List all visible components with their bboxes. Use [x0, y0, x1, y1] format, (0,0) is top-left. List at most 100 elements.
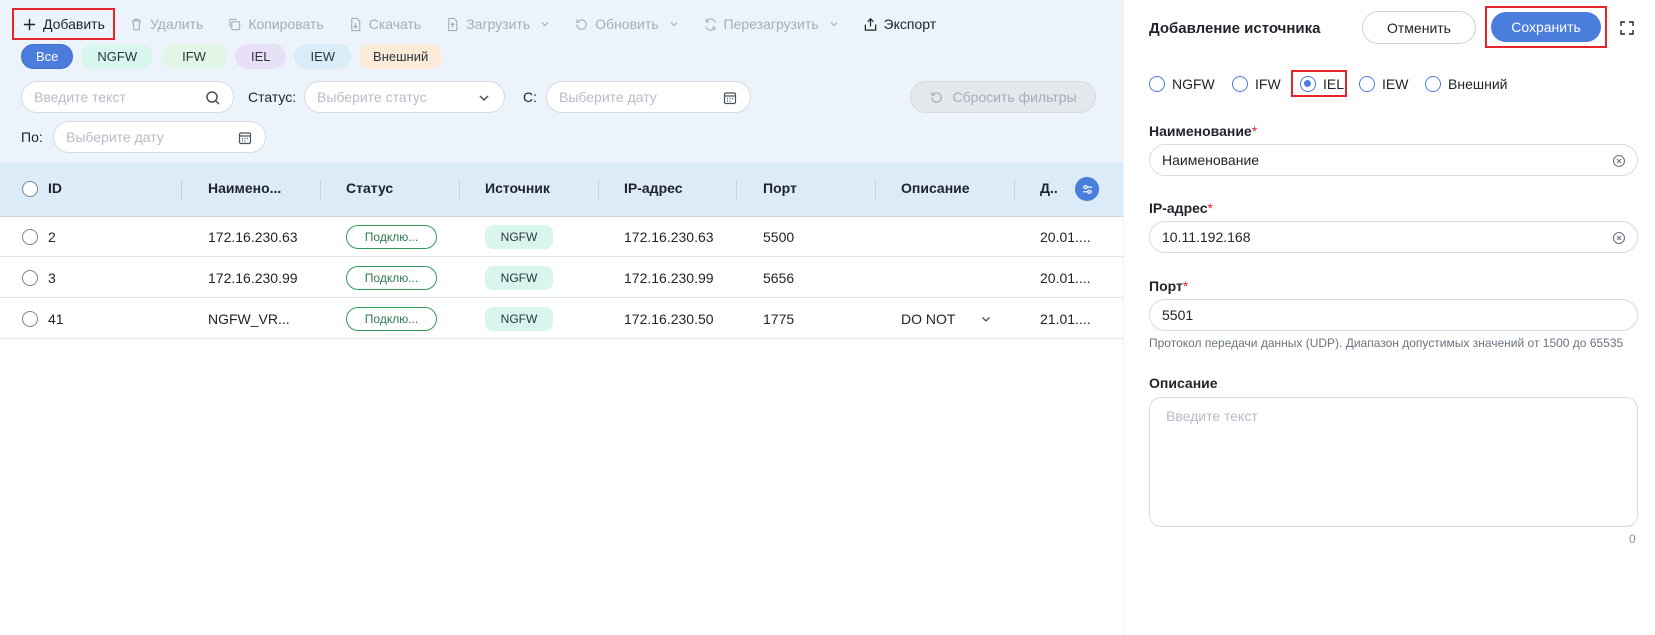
port-field-label: Порт* — [1149, 278, 1188, 294]
add-button[interactable]: Добавить — [12, 8, 115, 40]
required-mark: * — [1182, 278, 1189, 294]
table-row[interactable]: 3 172.16.230.99 Подклю... NGFW 172.16.23… — [0, 258, 1123, 298]
chevron-down-icon[interactable] — [980, 313, 992, 325]
export-button[interactable]: Экспорт — [855, 10, 945, 38]
column-divider — [320, 180, 321, 200]
chip-iel[interactable]: IEL — [234, 44, 287, 69]
col-source[interactable]: Источник — [485, 180, 550, 196]
col-ip[interactable]: IP-адрес — [624, 180, 683, 196]
port-field[interactable]: 5501 — [1149, 299, 1638, 331]
cell-port: 5500 — [763, 229, 795, 245]
status-filter-label: Статус: — [248, 89, 297, 105]
refresh-button[interactable]: Обновить — [566, 10, 686, 38]
radio-external[interactable]: Внешний — [1425, 76, 1507, 92]
status-placeholder: Выберите статус — [317, 89, 427, 105]
copy-label: Копировать — [248, 16, 324, 32]
add-label: Добавить — [43, 16, 105, 32]
row-checkbox[interactable] — [22, 229, 38, 245]
col-name[interactable]: Наимено... — [208, 180, 281, 196]
port-hint: Протокол передачи данных (UDP). Диапазон… — [1149, 336, 1624, 350]
col-status[interactable]: Статус — [346, 180, 393, 196]
download-label: Скачать — [368, 16, 422, 32]
chevron-down-icon — [479, 95, 489, 102]
chip-external[interactable]: Внешний — [359, 44, 443, 69]
main-area: Добавить Удалить Копировать Скачать Загр… — [0, 0, 1123, 635]
download-file-icon — [350, 17, 360, 31]
radio-ngfw[interactable]: NGFW — [1149, 76, 1215, 92]
status-select[interactable]: Выберите статус — [304, 81, 505, 113]
status-badge: Подклю... — [346, 225, 437, 249]
radio-ifw[interactable]: IFW — [1232, 76, 1281, 92]
radio-iew[interactable]: IEW — [1359, 76, 1408, 92]
source-filter-chips: Все NGFW IFW IEL IEW Внешний — [21, 44, 443, 69]
chip-ngfw[interactable]: NGFW — [81, 44, 154, 69]
required-mark: * — [1251, 123, 1258, 139]
delete-button[interactable]: Удалить — [121, 10, 211, 38]
radio-circle — [1425, 76, 1441, 92]
from-date-label: С: — [523, 89, 537, 105]
delete-label: Удалить — [149, 16, 204, 32]
upload-button[interactable]: Загрузить — [437, 10, 558, 38]
save-button[interactable]: Сохранить — [1491, 12, 1601, 42]
refresh-icon — [576, 18, 587, 30]
select-all-checkbox[interactable] — [22, 181, 38, 197]
reset-filters-button[interactable]: Сбросить фильтры — [910, 81, 1096, 113]
copy-icon — [229, 18, 241, 30]
col-port[interactable]: Порт — [763, 180, 797, 196]
col-date[interactable]: Д.. — [1040, 180, 1058, 196]
cell-id: 41 — [48, 311, 64, 327]
radio-circle — [1232, 76, 1248, 92]
table-row[interactable]: 2 172.16.230.63 Подклю... NGFW 172.16.23… — [0, 217, 1123, 257]
source-badge: NGFW — [485, 225, 553, 249]
calendar-icon — [238, 132, 252, 145]
source-badge: NGFW — [485, 266, 553, 290]
to-date-label: По: — [21, 129, 43, 145]
name-field-label: Наименование* — [1149, 123, 1257, 139]
ip-field[interactable]: 10.11.192.168 — [1149, 221, 1638, 253]
col-id[interactable]: ID — [48, 180, 62, 196]
reboot-label: Перезагрузить — [723, 16, 819, 32]
column-divider — [736, 180, 737, 200]
from-date-input[interactable]: Выберите дату — [546, 81, 751, 113]
to-date-input[interactable]: Выберите дату — [53, 121, 266, 153]
chip-ifw[interactable]: IFW — [161, 44, 227, 69]
cell-port: 5656 — [763, 270, 795, 286]
search-input[interactable]: Введите текст — [21, 81, 234, 113]
ip-label-text: IP-адрес — [1149, 200, 1208, 216]
export-label: Экспорт — [883, 16, 937, 32]
cancel-button[interactable]: Отменить — [1362, 11, 1476, 44]
cell-id: 2 — [48, 229, 56, 245]
radio-label: IFW — [1255, 76, 1281, 92]
column-divider — [459, 180, 460, 200]
copy-button[interactable]: Копировать — [219, 10, 331, 38]
chevron-down-icon — [830, 22, 837, 27]
cell-name: 172.16.230.63 — [208, 229, 298, 245]
row-checkbox[interactable] — [22, 311, 38, 327]
search-placeholder: Введите текст — [34, 89, 126, 105]
cell-ip: 172.16.230.63 — [624, 229, 714, 245]
search-icon — [206, 91, 220, 105]
sync-icon — [704, 17, 716, 31]
reboot-button[interactable]: Перезагрузить — [695, 10, 847, 38]
ip-field-label: IP-адрес* — [1149, 200, 1213, 216]
column-divider — [181, 180, 182, 200]
row-checkbox[interactable] — [22, 270, 38, 286]
table-header: ID Наимено... Статус Источник IP-адрес П… — [0, 162, 1123, 217]
chip-iew[interactable]: IEW — [294, 44, 352, 69]
status-badge: Подклю... — [346, 307, 437, 331]
description-placeholder: Введите текст — [1166, 408, 1258, 424]
description-textarea[interactable]: Введите текст — [1149, 397, 1638, 527]
chip-all[interactable]: Все — [21, 44, 74, 69]
chevron-down-icon — [670, 22, 677, 27]
col-description[interactable]: Описание — [901, 180, 970, 196]
cell-date: 20.01.... — [1040, 270, 1091, 286]
column-settings-button[interactable] — [1075, 177, 1099, 201]
save-button-highlight: Сохранить — [1485, 6, 1607, 48]
fullscreen-icon[interactable] — [1619, 20, 1635, 36]
clear-icon[interactable] — [1612, 231, 1626, 245]
clear-icon[interactable] — [1612, 154, 1626, 168]
download-button[interactable]: Скачать — [340, 10, 430, 38]
name-field[interactable]: Наименование — [1149, 144, 1638, 176]
port-value: 5501 — [1162, 307, 1194, 323]
table-row[interactable]: 41 NGFW_VR... Подклю... NGFW 172.16.230.… — [0, 299, 1123, 339]
